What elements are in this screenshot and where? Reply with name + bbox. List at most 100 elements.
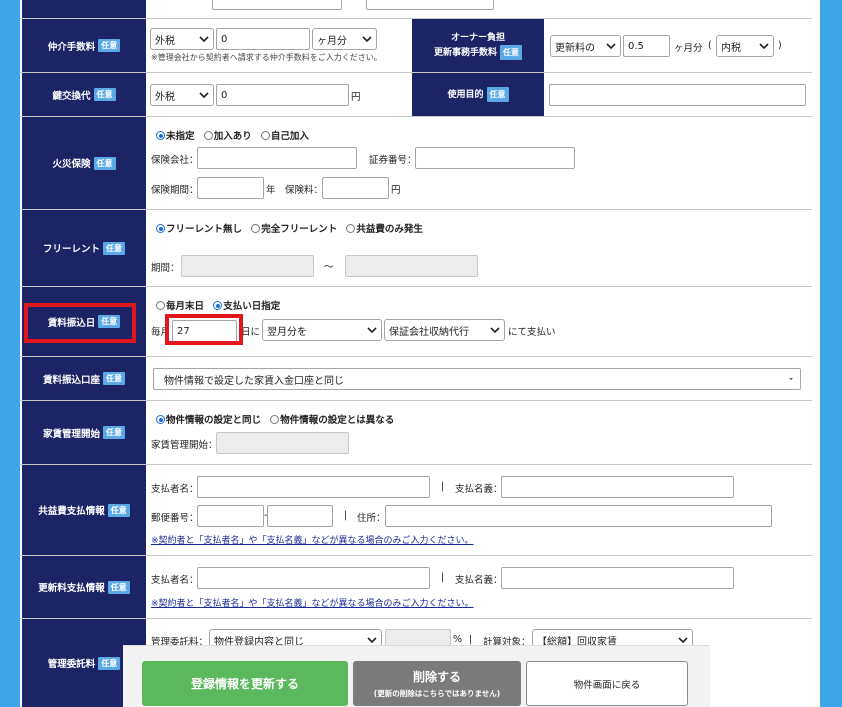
optional-badge: 任意 [103,426,125,439]
owner-renewal-fee-label: オーナー負担 更新事務手数料 任意 [412,19,544,72]
fire-insurance-radio-group: 未指定 加入あり 自己加入 [156,128,315,142]
renewal-payee-label: 支払名義： [455,575,503,586]
common-payee-input[interactable] [501,476,734,498]
optional-badge: 任意 [486,87,509,102]
brokerage-amount-input[interactable] [216,28,310,50]
radio-circle [270,415,280,424]
radio-circle [346,224,356,233]
radio-full-free-rent[interactable]: 完全フリーレント [251,224,337,235]
back-to-property-button[interactable]: 物件画面に戻る [526,661,688,706]
owner-fee-paren-open: ( [708,40,712,51]
common-payer-label: 支払者名： [151,484,199,495]
postal-code-1-input[interactable] [197,505,264,527]
renewal-sep: | [441,572,445,583]
renewal-payer-input[interactable] [197,567,430,589]
insurance-period-label: 保険期間： [151,185,199,196]
rent-mgmt-start-label: 家賃管理開始 任意 [22,401,146,464]
chevron-down-icon [367,327,377,334]
brokerage-unit-select[interactable]: ヶ月分 [312,28,377,50]
delete-note: (更新の削除はこちらではありません) [373,689,501,698]
radio-same-as-property[interactable]: 物件情報の設定と同じ [156,415,261,426]
free-rent-end-input[interactable] [345,255,478,277]
brokerage-note: ※管理会社から契約者へ請求する仲介手数料をご入力ください。 [151,53,382,62]
postal-label: 郵便番号： [151,513,199,524]
postal-code-2-input[interactable] [267,505,333,527]
radio-no-free-rent[interactable]: フリーレント無し [156,224,242,235]
key-exchange-tax-select[interactable]: 外税 [150,84,214,106]
common-sep-2: | [344,510,348,521]
delete-button[interactable]: 削除する (更新の削除はこちらではありません) [353,661,521,706]
transfer-day-radio-group: 毎月末日 支払い日指定 [156,298,286,312]
row-label-clipped [22,0,146,18]
optional-badge: 任意 [500,44,522,60]
cert-number-label: 証券番号： [369,155,417,166]
renewal-fee-note-link[interactable]: ※契約者と「支払者名」や「支払名義」などが異なる場合のみご入力ください。 [151,596,474,609]
optional-badge: 任意 [98,656,121,670]
row-common-fee-payment: 共益費支払情報 任意 支払者名： | 支払名義： 郵便番号： - | 住所： ※契… [20,465,812,556]
update-button[interactable]: 登録情報を更新する [142,661,348,706]
highlight-transfer-day-label [24,303,136,343]
rent-mgmt-start-input[interactable] [216,432,349,454]
optional-badge: 任意 [93,156,116,170]
radio-circle [156,301,165,310]
owner-fee-paren-close: ) [778,40,782,51]
rent-mgmt-start-field-label: 家賃管理開始： [151,440,218,451]
clipped-input-2[interactable] [366,0,494,10]
mgmt-fee-sep: | [469,634,473,645]
clipped-input-1[interactable] [212,0,342,10]
premium-input[interactable] [322,177,389,199]
row-key-exchange: 鍵交換代任意 外税 円 使用目的任意 [20,73,812,117]
common-payer-input[interactable] [197,476,430,498]
radio-circle [156,131,165,140]
renewal-payer-label: 支払者名： [151,575,199,586]
radio-circle [213,301,223,310]
radio-fire-unspecified[interactable]: 未指定 [156,131,195,142]
free-rent-radio-group: フリーレント無し 完全フリーレント 共益費のみ発生 [156,221,429,235]
cert-number-input[interactable] [415,147,575,169]
owner-fee-tax-select[interactable]: 内税 [716,35,774,57]
common-sep-1: | [441,481,445,492]
radio-circle [156,224,165,233]
transfer-method-select[interactable]: 保証会社収納代行 [384,319,505,341]
common-fee-note-link[interactable]: ※契約者と「支払者名」や「支払名義」などが異なる場合のみご入力ください。 [151,533,474,546]
row-renewal-fee-payment: 更新料支払情報 任意 支払者名： | 支払名義： ※契約者と「支払者名」や「支払名… [20,556,812,619]
radio-fire-self[interactable]: 自己加入 [260,131,309,142]
renewal-fee-payment-label: 更新料支払情報 任意 [22,556,146,618]
rent-account-select[interactable]: 物件情報で設定した家賃入金口座と同じ [153,368,801,390]
radio-common-fee-only[interactable]: 共益費のみ発生 [346,224,423,235]
key-exchange-label: 鍵交換代 任意 [22,73,146,116]
usage-purpose-input[interactable] [549,84,806,106]
renewal-payee-input[interactable] [501,567,734,589]
insurance-period-input[interactable] [197,177,264,199]
free-rent-period-label: 期間： [151,263,180,274]
owner-fee-value-input[interactable] [623,35,670,57]
address-label: 住所： [357,513,386,524]
premium-label: 保険料： [285,185,324,196]
free-rent-tilde: 〜 [324,262,334,273]
radio-different-from-property[interactable]: 物件情報の設定とは異なる [270,415,394,426]
common-payee-label: 支払名義： [455,484,503,495]
row-free-rent: フリーレント 任意 フリーレント無し 完全フリーレント 共益費のみ発生 期間： 〜 [20,210,812,287]
usage-purpose-label: 使用目的 任意 [412,73,544,116]
highlight-transfer-day-input [165,314,243,345]
radio-fire-enrolled[interactable]: 加入あり [203,131,252,142]
rent-mgmt-radio-group: 物件情報の設定と同じ 物件情報の設定とは異なる [156,412,400,426]
contract-form-page: 仲介手数料任意 外税 ヶ月分 ※管理会社から契約者へ請求する仲介手数料をご入力く… [20,0,820,707]
optional-badge: 任意 [98,39,121,52]
optional-badge: 任意 [107,503,130,517]
free-rent-start-input[interactable] [181,255,314,277]
row-fire-insurance: 火災保険 任意 未指定 加入あり 自己加入 保険会社： 証券番号： 保険期間： 年… [20,117,812,210]
radio-circle [260,131,270,140]
optional-badge: 任意 [93,88,116,101]
radio-specified-day[interactable]: 支払い日指定 [213,301,280,312]
transfer-month-select[interactable]: 翌月分を [262,319,382,341]
address-input[interactable] [385,505,772,527]
insurance-company-input[interactable] [197,147,357,169]
owner-fee-basis-select[interactable]: 更新料の [550,35,621,57]
key-exchange-amount-input[interactable] [216,84,349,106]
common-fee-payment-label: 共益費支払情報 任意 [22,465,146,555]
row-rent-mgmt-start: 家賃管理開始 任意 物件情報の設定と同じ 物件情報の設定とは異なる 家賃管理開始： [20,401,812,465]
brokerage-tax-select[interactable]: 外税 [150,28,214,50]
caret-down-icon [789,378,793,380]
radio-month-end[interactable]: 毎月末日 [156,301,204,312]
